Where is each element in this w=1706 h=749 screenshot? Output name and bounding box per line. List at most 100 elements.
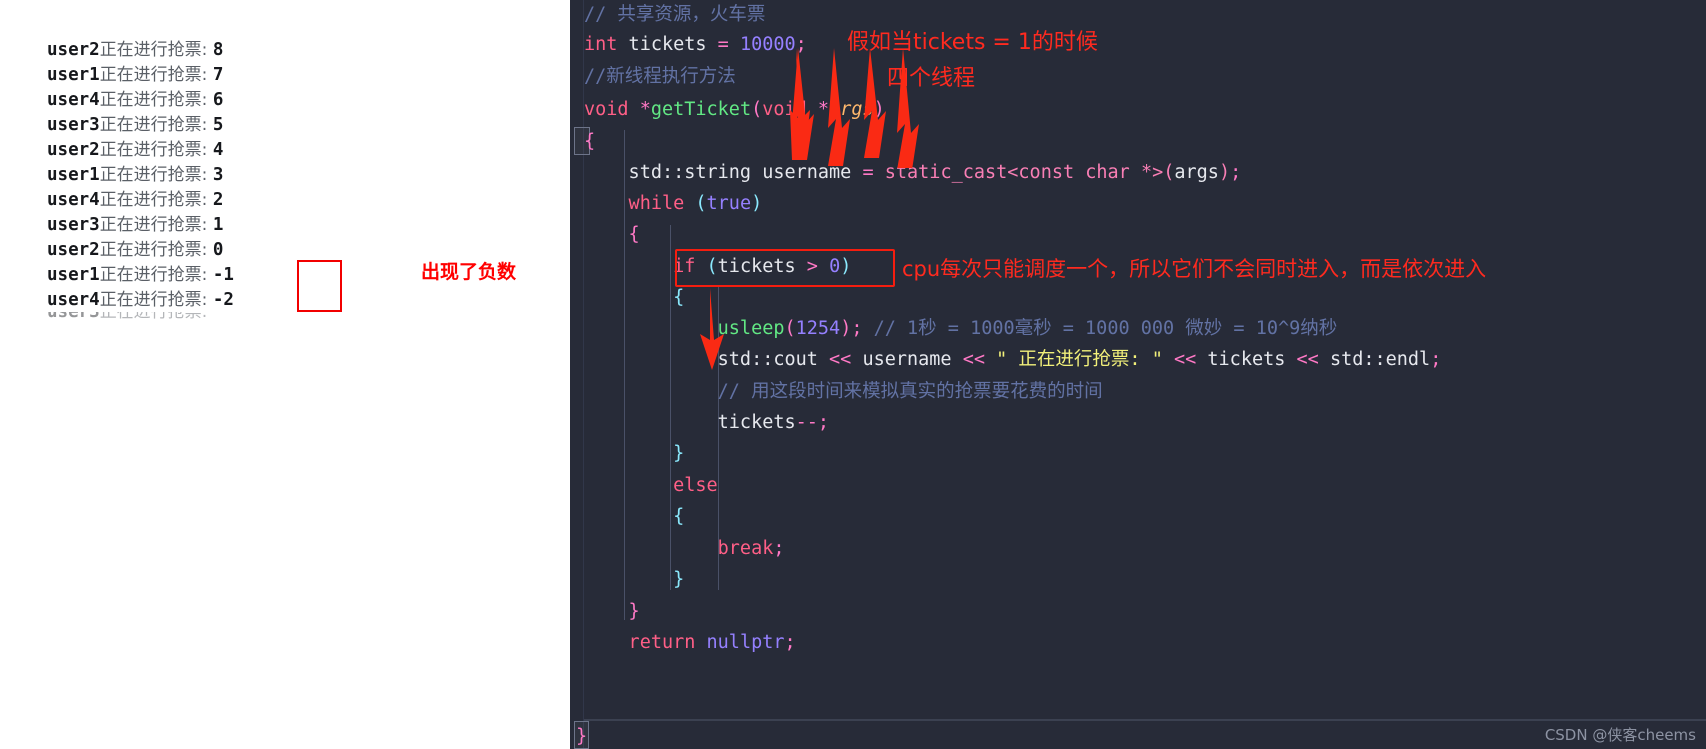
terminal-line-user: user4: [47, 290, 100, 310]
terminal-line-user: user1: [47, 165, 100, 185]
annotation-negative-appeared: 出现了负数: [421, 261, 517, 283]
code-token-type: std::string: [584, 162, 752, 183]
code-token-keyword: void: [584, 99, 629, 120]
terminal-line-label: 正在进行抢票:: [99, 190, 213, 210]
code-line-open-brace-else: {: [584, 502, 684, 532]
terminal-line-label: 正在进行抢票:: [99, 90, 213, 110]
code-token-identifier: tickets: [584, 412, 796, 433]
code-token-semicolon: ;: [1430, 349, 1442, 370]
code-token-semicolon: ;: [784, 632, 796, 653]
code-token-brace: {: [584, 287, 685, 308]
code-line-return-nullptr: return nullptr;: [584, 628, 796, 658]
terminal-clipped-line: user3正在进行抢票:: [47, 312, 213, 322]
code-token-paren: ): [840, 256, 852, 277]
terminal-line-label: 正在进行抢票:: [99, 215, 213, 235]
terminal-output-panel: user2正在进行抢票: 8 user1正在进行抢票: 7 user4正在进行抢…: [0, 0, 570, 749]
terminal-line-label: 正在进行抢票:: [99, 240, 213, 260]
code-token-keyword: char: [1074, 162, 1130, 183]
code-token-keyword: int: [584, 34, 618, 55]
terminal-line-value: -1: [212, 265, 234, 285]
code-token-paren: (: [1163, 162, 1175, 183]
code-token-stream: std::endl: [1329, 349, 1431, 370]
code-token-semicolon: ;: [851, 318, 863, 339]
editor-status-bar: [584, 719, 1706, 721]
code-token-identifier: tickets: [717, 256, 796, 277]
code-token-identifier: tickets: [1207, 349, 1286, 370]
code-token-keyword: true: [706, 193, 752, 214]
code-token-paren: ): [840, 318, 852, 339]
code-token-keyword: nullptr: [695, 632, 785, 653]
code-token-semicolon: ;: [773, 538, 785, 559]
terminal-line-user: user2: [47, 240, 100, 260]
code-token-paren: (: [695, 256, 718, 277]
code-line-tickets-decl: int tickets = 10000;: [584, 30, 807, 60]
code-line-comment-thread-method: //新线程执行方法: [584, 62, 736, 92]
code-text[interactable]: // 共享资源，火车票 int tickets = 10000; //新线程执行…: [576, 0, 1706, 749]
terminal-line-value: 2: [212, 190, 224, 210]
terminal-line-label: 正在进行抢票:: [99, 165, 213, 185]
code-token-number: 1254: [795, 318, 841, 339]
code-token-operator: <<: [951, 349, 997, 370]
terminal-line-user: user4: [47, 90, 100, 110]
code-token-paren: ): [1218, 162, 1231, 183]
csdn-watermark: CSDN @侠客cheems: [1544, 726, 1696, 744]
code-token-comment: //新线程执行方法: [584, 66, 736, 87]
code-line-open-brace-fn: {: [584, 127, 595, 157]
terminal-line: user4正在进行抢票: -2: [47, 288, 234, 313]
terminal-line-user: user2: [47, 40, 100, 60]
terminal-line-user: user4: [47, 190, 100, 210]
code-token-paren: (: [784, 318, 796, 339]
terminal-line-user: user1: [47, 65, 100, 85]
code-token-comment: // 用这段时间来模拟真实的抢票要花费的时间: [584, 381, 1103, 402]
terminal-line-value: -2: [212, 290, 234, 310]
terminal-line-user: user2: [47, 140, 100, 160]
terminal-line: user1正在进行抢票: 3: [47, 163, 223, 188]
code-token-brace: }: [584, 601, 640, 622]
code-token-semicolon: ;: [1230, 162, 1242, 183]
code-token-operator: =: [717, 34, 740, 55]
terminal-line: user4正在进行抢票: 6: [47, 88, 223, 113]
code-token-string: " 正在进行抢票: ": [996, 349, 1163, 370]
code-editor-panel[interactable]: // 共享资源，火车票 int tickets = 10000; //新线程执行…: [570, 0, 1706, 749]
terminal-line: user1正在进行抢票: 7: [47, 63, 223, 88]
code-token-brace: }: [584, 569, 685, 590]
code-token-brace: {: [584, 131, 596, 152]
code-line-usleep: usleep(1254); // 1秒 = 1000毫秒 = 1000 000 …: [584, 314, 1338, 344]
screenshot-root: user2正在进行抢票: 8 user1正在进行抢票: 7 user4正在进行抢…: [0, 0, 1706, 749]
terminal-line-user: user3: [47, 115, 100, 135]
code-token-paren: (: [751, 99, 763, 120]
terminal-line-user: user1: [47, 265, 100, 285]
terminal-line-value: 6: [212, 90, 224, 110]
code-line-close-brace-fn: }: [576, 726, 588, 747]
annotation-cpu-schedule: cpu每次只能调度一个，所以它们不会同时进入，而是依次进入: [902, 257, 1487, 281]
code-line-while-true: while (true): [584, 189, 763, 219]
code-token-function: usleep: [584, 318, 785, 339]
terminal-line-label: 正在进行抢票:: [99, 290, 213, 310]
code-token-operator: --: [795, 412, 818, 433]
terminal-line: user2正在进行抢票: 0: [47, 238, 223, 263]
terminal-line: user1正在进行抢票: -1: [47, 263, 234, 288]
terminal-line: user4正在进行抢票: 2: [47, 188, 223, 213]
terminal-line-value: 8: [212, 40, 224, 60]
code-line-else: else: [584, 471, 718, 501]
code-token-paren: ): [751, 193, 763, 214]
code-line-break: break;: [584, 534, 785, 564]
terminal-line: user3正在进行抢票: 1: [47, 213, 223, 238]
negative-values-highlight-box: [297, 260, 342, 312]
code-line-open-brace-if: {: [584, 283, 684, 313]
code-token-keyword: break: [584, 538, 774, 559]
code-token-identifier: args: [1174, 162, 1219, 183]
code-token-number: 0: [829, 256, 841, 277]
code-token-operator: <<: [817, 349, 863, 370]
red-arrow-to-cout: [700, 288, 724, 370]
code-line-close-brace-while: }: [584, 597, 640, 627]
code-token-keyword: return: [584, 632, 696, 653]
code-token-function: getTicket: [650, 99, 752, 120]
code-token-brace: {: [584, 506, 685, 527]
red-arrows-group: [792, 48, 919, 168]
terminal-line-value: 4: [212, 140, 224, 160]
terminal-line-label: 正在进行抢票:: [99, 115, 213, 135]
code-line-open-brace-while: {: [584, 220, 640, 250]
terminal-line: user2正在进行抢票: 8: [47, 38, 223, 63]
terminal-line: user2正在进行抢票: 4: [47, 138, 223, 163]
